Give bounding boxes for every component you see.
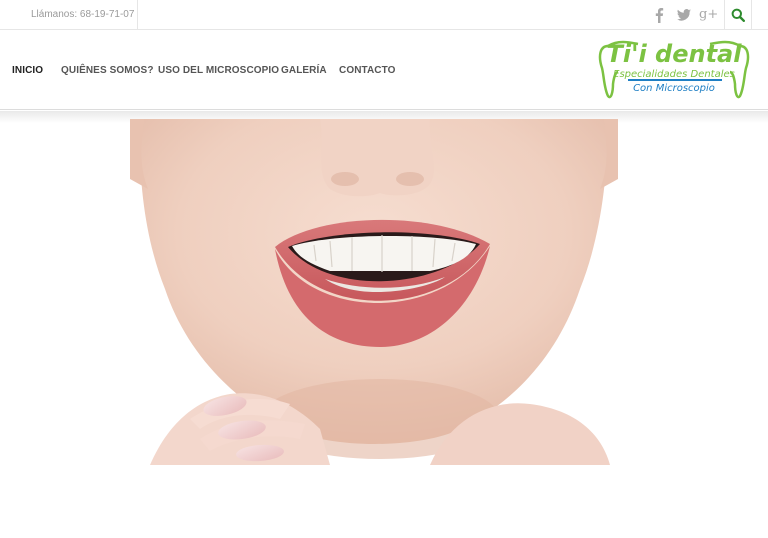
logo-title: Ti'i dental xyxy=(607,40,743,68)
search-button[interactable] xyxy=(724,0,752,30)
site-header: INICIO QUIÊNES SOMOS? USO DEL MICROSCOPI… xyxy=(0,30,768,110)
search-icon xyxy=(731,8,745,22)
facebook-icon[interactable] xyxy=(652,7,666,23)
nav-item-uso-microscopio[interactable]: USO DEL MICROSCOPIO xyxy=(158,65,279,76)
nav-item-contacto[interactable]: CONTACTO xyxy=(339,65,396,76)
twitter-icon[interactable] xyxy=(676,7,692,23)
nav-item-inicio[interactable]: INICIO xyxy=(12,65,43,76)
logo-line2: Con Microscopio xyxy=(633,83,715,94)
phone-number: Llámanos: 68-19-71-07 xyxy=(0,0,138,30)
hero-image xyxy=(130,119,618,465)
logo[interactable]: Ti'i dental Especialidades Dentales Con … xyxy=(598,36,750,102)
logo-line1: Especialidades Dentales xyxy=(613,69,735,80)
top-bar: Llámanos: 68-19-71-07 g+ xyxy=(0,0,768,30)
nav-item-quienes-somos[interactable]: QUIÊNES SOMOS? xyxy=(61,65,154,76)
google-plus-icon[interactable]: g+ xyxy=(699,7,718,23)
nav-item-galeria[interactable]: GALERÍA xyxy=(281,65,327,76)
